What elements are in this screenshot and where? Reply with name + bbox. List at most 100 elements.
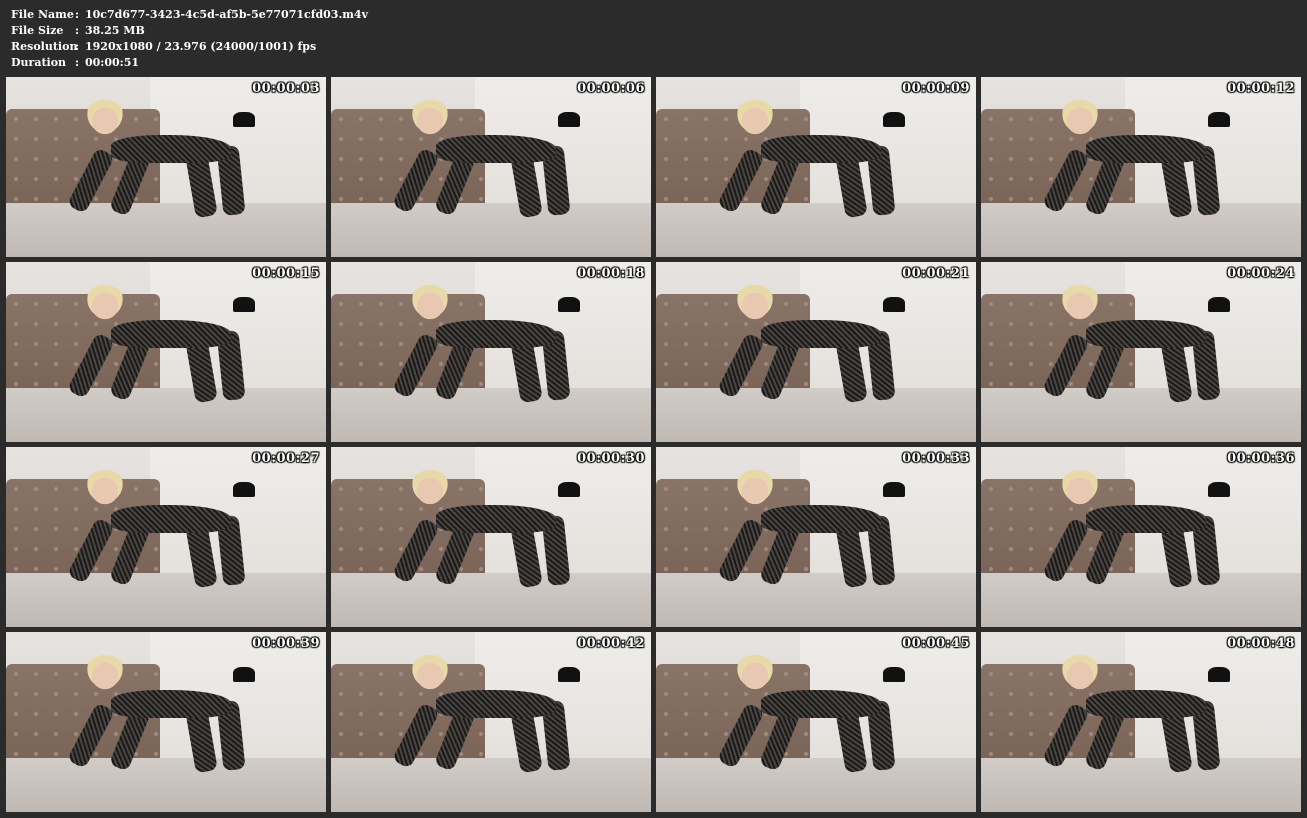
figure-part — [716, 517, 765, 584]
thumbnail-grid: 00:00:03 00:00:06 00:00:09 00:00:12 00:00:15… — [6, 77, 1301, 812]
figure-part — [1060, 99, 1100, 136]
figure-part — [883, 112, 906, 128]
figure-part — [1041, 517, 1090, 584]
figure-part — [410, 469, 450, 506]
video-thumbnail[interactable]: 00:00:15 — [6, 262, 326, 442]
duration-label: Duration — [11, 56, 67, 69]
figure-part — [233, 482, 256, 498]
video-thumbnail[interactable]: 00:00:24 — [981, 262, 1301, 442]
figure-part — [66, 147, 115, 214]
thumbnail-timestamp: 00:00:30 — [577, 451, 645, 466]
video-thumbnail[interactable]: 00:00:21 — [656, 262, 976, 442]
figure-part — [1041, 702, 1090, 769]
figure-part — [391, 702, 440, 769]
figure-part — [558, 112, 581, 128]
video-thumbnail[interactable]: 00:00:09 — [656, 77, 976, 257]
figure-part — [883, 482, 906, 498]
figure-part — [883, 297, 906, 313]
figure-part — [111, 505, 232, 533]
thumbnail-image-figure — [1039, 284, 1257, 406]
figure-part — [1041, 332, 1090, 399]
figure-part — [111, 135, 232, 163]
figure-part — [558, 482, 581, 498]
video-thumbnail[interactable]: 00:00:18 — [331, 262, 651, 442]
figure-part — [761, 505, 882, 533]
thumbnail-image-figure — [714, 469, 932, 591]
figure-part — [391, 332, 440, 399]
thumbnail-timestamp: 00:00:15 — [252, 266, 320, 281]
video-thumbnail[interactable]: 00:00:03 — [6, 77, 326, 257]
figure-part — [761, 135, 882, 163]
figure-part — [883, 667, 906, 683]
thumbnail-image-figure — [389, 99, 607, 221]
figure-part — [1208, 112, 1231, 128]
video-thumbnail[interactable]: 00:00:36 — [981, 447, 1301, 627]
file-name-row: File Name : 10c7d677-3423-4c5d-af5b-5e77… — [11, 7, 368, 23]
separator: : — [75, 40, 80, 53]
thumbnail-image-figure — [714, 284, 932, 406]
figure-part — [410, 99, 450, 136]
thumbnail-image-figure — [714, 654, 932, 776]
video-thumbnail[interactable]: 00:00:48 — [981, 632, 1301, 812]
figure-part — [735, 99, 775, 136]
file-name-label: File Name — [11, 8, 74, 21]
video-thumbnail[interactable]: 00:00:06 — [331, 77, 651, 257]
video-thumbnail[interactable]: 00:00:42 — [331, 632, 651, 812]
figure-part — [1208, 667, 1231, 683]
figure-part — [735, 469, 775, 506]
thumbnail-timestamp: 00:00:09 — [902, 81, 970, 96]
duration-value: 00:00:51 — [85, 56, 140, 69]
video-thumbnail[interactable]: 00:00:12 — [981, 77, 1301, 257]
figure-part — [761, 690, 882, 718]
figure-part — [85, 99, 125, 136]
video-thumbnail[interactable]: 00:00:33 — [656, 447, 976, 627]
figure-part — [111, 320, 232, 348]
duration-row: Duration : 00:00:51 — [11, 55, 368, 71]
figure-part — [1086, 690, 1207, 718]
thumbnail-image-figure — [64, 654, 282, 776]
thumbnail-timestamp: 00:00:42 — [577, 636, 645, 651]
thumbnail-timestamp: 00:00:48 — [1227, 636, 1295, 651]
figure-part — [1208, 297, 1231, 313]
thumbnail-image-figure — [64, 284, 282, 406]
figure-part — [66, 517, 115, 584]
figure-part — [66, 702, 115, 769]
thumbnail-image-figure — [1039, 469, 1257, 591]
thumbnail-image-figure — [64, 469, 282, 591]
figure-part — [716, 702, 765, 769]
figure-part — [66, 332, 115, 399]
figure-part — [735, 284, 775, 321]
figure-part — [436, 320, 557, 348]
thumbnail-timestamp: 00:00:03 — [252, 81, 320, 96]
thumbnail-image-figure — [1039, 99, 1257, 221]
video-thumbnail[interactable]: 00:00:45 — [656, 632, 976, 812]
resolution-row: Resolution : 1920x1080 / 23.976 (24000/1… — [11, 39, 368, 55]
thumbnail-image-figure — [1039, 654, 1257, 776]
figure-part — [1060, 654, 1100, 691]
thumbnail-image-figure — [389, 654, 607, 776]
file-name-value: 10c7d677-3423-4c5d-af5b-5e77071cfd03.m4v — [85, 8, 368, 21]
figure-part — [1060, 284, 1100, 321]
file-size-row: File Size : 38.25 MB — [11, 23, 368, 39]
resolution-value: 1920x1080 / 23.976 (24000/1001) fps — [85, 40, 317, 53]
video-thumbnail[interactable]: 00:00:39 — [6, 632, 326, 812]
video-thumbnail[interactable]: 00:00:27 — [6, 447, 326, 627]
separator: : — [75, 24, 80, 37]
thumbnail-timestamp: 00:00:33 — [902, 451, 970, 466]
figure-part — [558, 667, 581, 683]
figure-part — [233, 667, 256, 683]
thumbnail-timestamp: 00:00:12 — [1227, 81, 1295, 96]
file-size-value: 38.25 MB — [85, 24, 145, 37]
figure-part — [436, 135, 557, 163]
thumbnail-timestamp: 00:00:06 — [577, 81, 645, 96]
figure-part — [410, 284, 450, 321]
thumbnail-timestamp: 00:00:36 — [1227, 451, 1295, 466]
figure-part — [1208, 482, 1231, 498]
figure-part — [436, 505, 557, 533]
figure-part — [735, 654, 775, 691]
separator: : — [75, 56, 80, 69]
video-thumbnail[interactable]: 00:00:30 — [331, 447, 651, 627]
thumbnail-image-figure — [64, 99, 282, 221]
thumbnail-timestamp: 00:00:45 — [902, 636, 970, 651]
figure-part — [1086, 505, 1207, 533]
